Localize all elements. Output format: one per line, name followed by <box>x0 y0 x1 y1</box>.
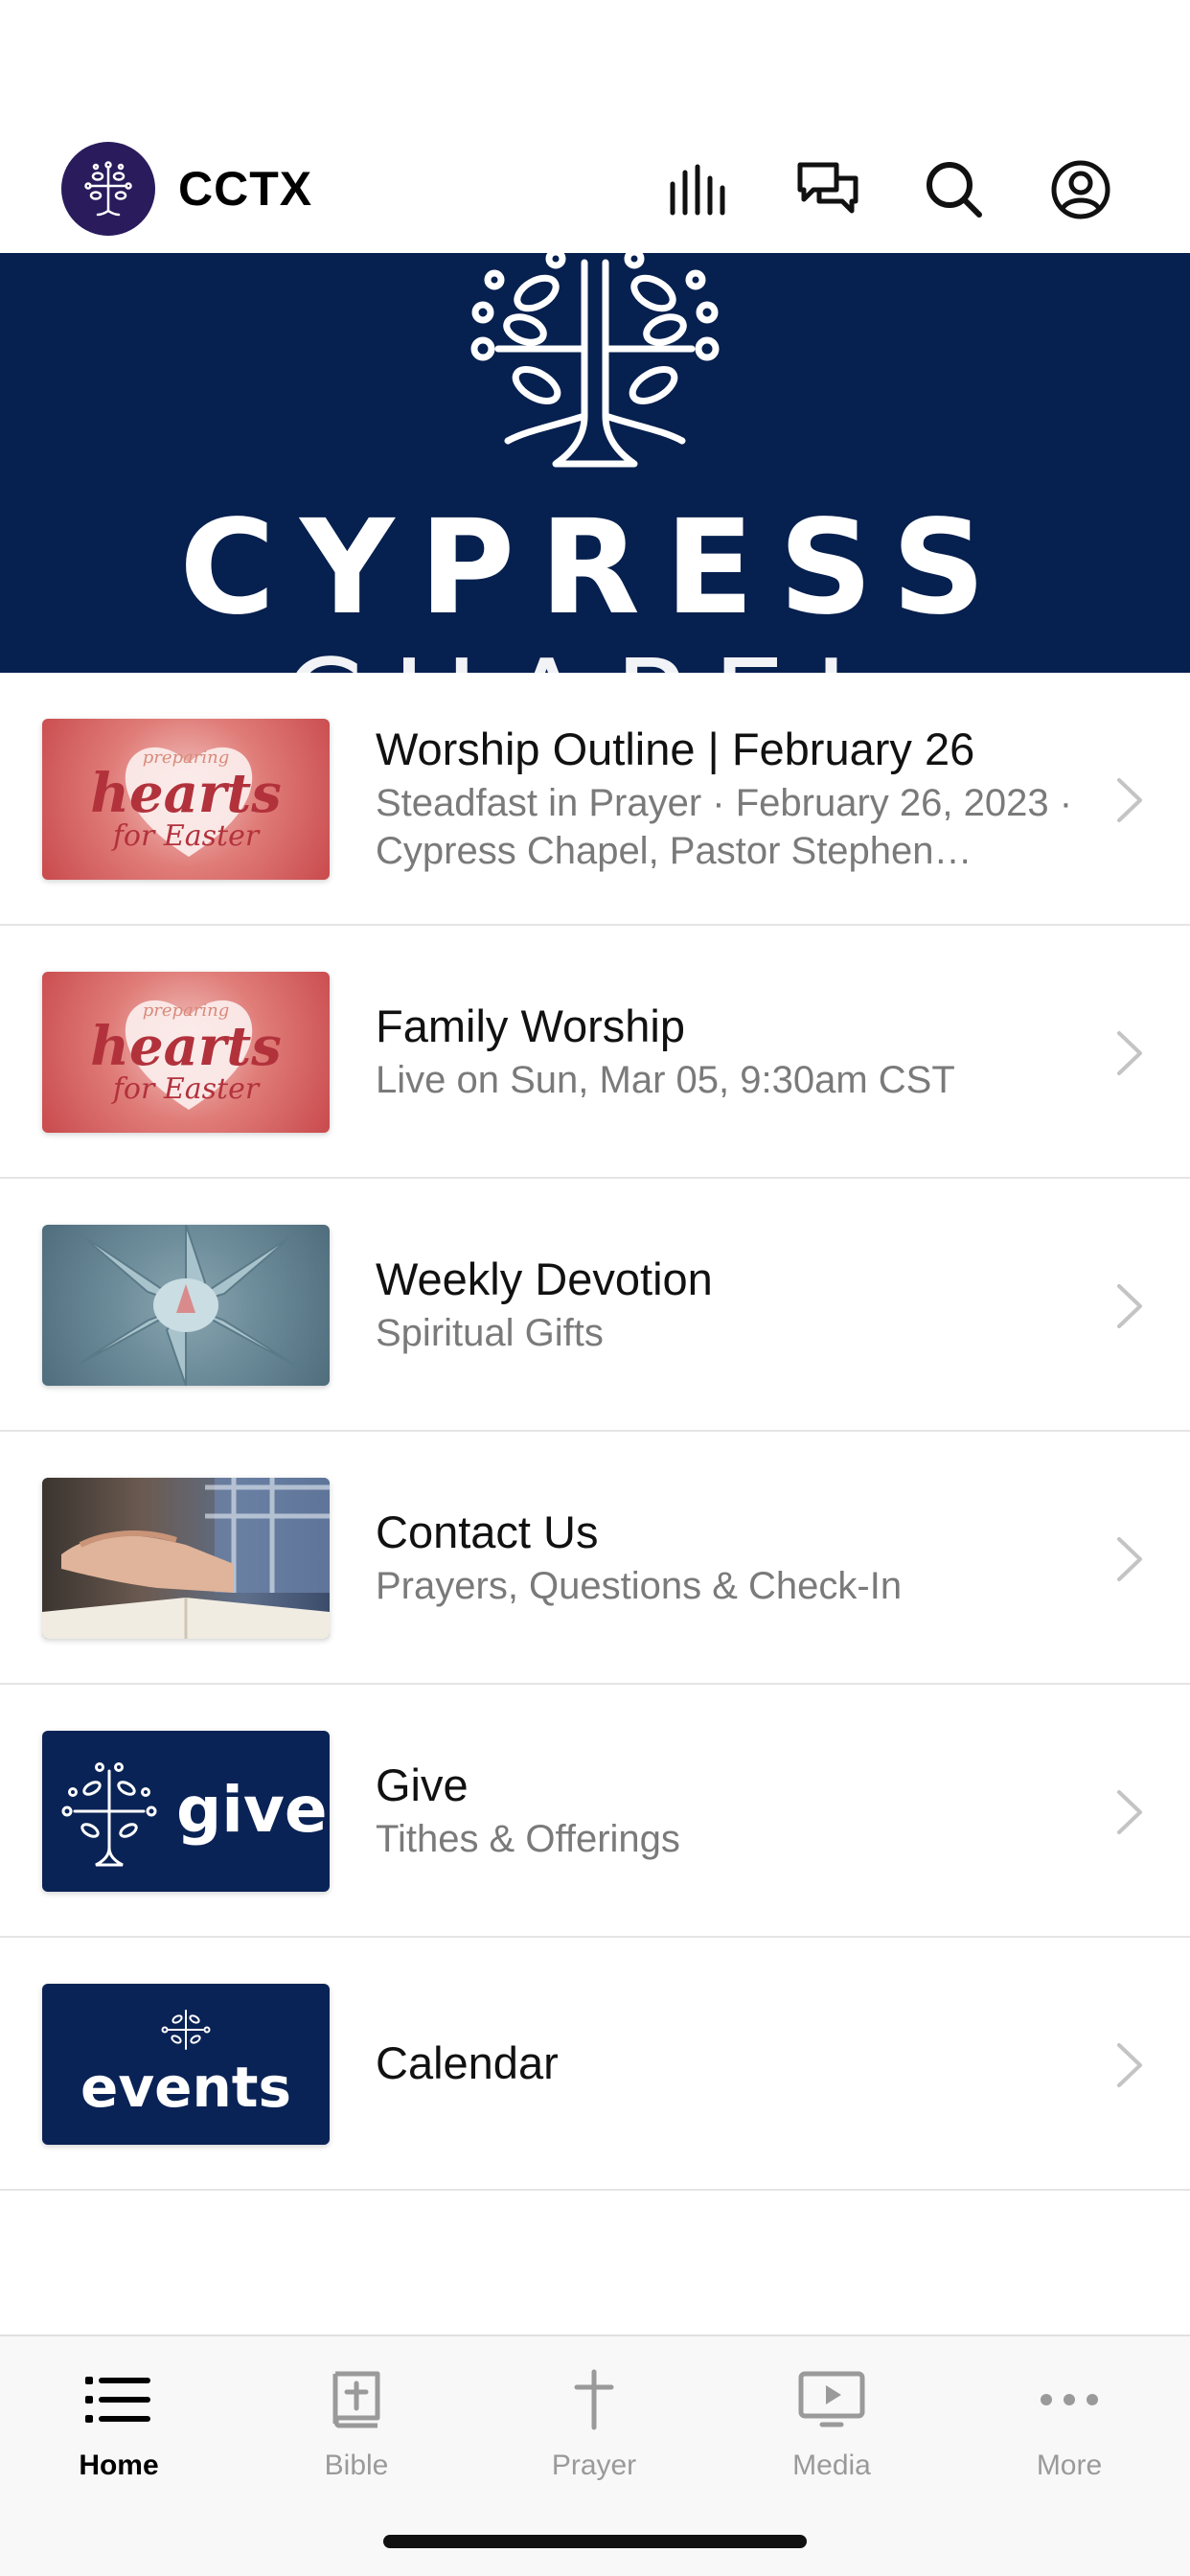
list-item-subtitle: Spiritual Gifts <box>376 1312 604 1354</box>
chevron-right-icon <box>1117 1790 1142 1834</box>
list-item-give[interactable]: give Give Tithes & Offerings <box>0 1685 1190 1938</box>
audio-levels-button[interactable] <box>665 153 738 226</box>
church-logo-avatar[interactable] <box>61 142 155 236</box>
tab-label: More <box>1036 2450 1103 2481</box>
thumb-text-bottom: for Easter <box>112 819 260 853</box>
media-play-icon <box>798 2371 865 2427</box>
list-item-calendar[interactable]: events Calendar <box>0 1938 1190 2191</box>
list-item-subtitle: Prayers, Questions & Check-In <box>376 1565 903 1607</box>
chat-button[interactable] <box>791 153 864 226</box>
audio-levels-icon <box>670 164 725 216</box>
tree-cross-icon <box>61 1762 157 1867</box>
hearts-for-easter-thumbnail: preparing hearts for Easter <box>42 719 330 880</box>
chevron-right-icon <box>1117 1031 1142 1075</box>
succulent-photo-thumbnail <box>42 1225 330 1386</box>
praying-hands-photo-thumbnail <box>42 1478 330 1639</box>
bible-icon <box>332 2371 380 2428</box>
chevron-right-icon <box>1117 1284 1142 1328</box>
list-item-title: Give <box>376 1760 469 1810</box>
give-logo-thumbnail: give <box>42 1731 330 1892</box>
tab-more[interactable]: More <box>950 2336 1188 2499</box>
list-item-title: Worship Outline | February 26 <box>376 724 975 774</box>
search-icon <box>927 162 982 218</box>
list-icon <box>85 2377 150 2423</box>
more-dots-icon <box>1041 2394 1098 2405</box>
tree-cross-logo-icon <box>470 253 720 468</box>
list-item-weekly-devotion[interactable]: Weekly Devotion Spiritual Gifts <box>0 1179 1190 1432</box>
chevron-right-icon <box>1117 778 1142 822</box>
tab-label: Bible <box>324 2450 389 2481</box>
list-item-title: Family Worship <box>376 1000 685 1051</box>
list-item-subtitle: Tithes & Offerings <box>376 1818 680 1860</box>
tree-cross-icon <box>84 161 132 217</box>
chevron-right-icon <box>1117 1537 1142 1581</box>
tab-label: Prayer <box>551 2450 637 2481</box>
list-item-subtitle: Live on Sun, Mar 05, 9:30am CST <box>376 1059 955 1101</box>
tab-label: Home <box>79 2450 159 2481</box>
home-indicator[interactable] <box>383 2535 807 2548</box>
tab-prayer[interactable]: Prayer <box>475 2336 713 2499</box>
app-title: CCTX <box>178 162 313 216</box>
tab-bible[interactable]: Bible <box>238 2336 475 2499</box>
banner-brand-text-line2: CHAPEL <box>0 636 1190 673</box>
events-logo-thumbnail: events <box>42 1984 330 2145</box>
praying-hands-image <box>42 1478 330 1639</box>
list-item-title: Weekly Devotion <box>376 1254 713 1304</box>
chat-bubbles-icon <box>797 162 858 214</box>
thumb-text-bottom: for Easter <box>112 1072 260 1106</box>
banner-brand-text: CYPRESS <box>179 493 1011 644</box>
list-item-title: Contact Us <box>376 1506 599 1557</box>
search-button[interactable] <box>918 153 991 226</box>
tab-label: Media <box>792 2450 871 2481</box>
list-item-title: Calendar <box>376 2037 559 2088</box>
chevron-right-icon <box>1117 2043 1142 2087</box>
user-circle-icon <box>1051 160 1110 219</box>
hero-banner: CYPRESS CHAPEL <box>0 253 1190 673</box>
thumb-text-main: hearts <box>90 1015 282 1078</box>
app-header: CCTX <box>0 0 1190 253</box>
list-item-subtitle: Steadfast in Prayer · February 26, 2023 … <box>376 782 1073 872</box>
profile-button[interactable] <box>1044 153 1117 226</box>
cross-icon <box>574 2369 614 2430</box>
list-item-worship-outline[interactable]: preparing hearts for Easter Worship Outl… <box>0 673 1190 926</box>
hearts-for-easter-thumbnail: preparing hearts for Easter <box>42 972 330 1133</box>
tree-cross-icon <box>161 2010 211 2050</box>
succulent-image <box>70 1225 302 1386</box>
list-item-family-worship[interactable]: preparing hearts for Easter Family Worsh… <box>0 926 1190 1179</box>
tab-media[interactable]: Media <box>713 2336 950 2499</box>
tab-home[interactable]: Home <box>0 2336 238 2499</box>
content-list: preparing hearts for Easter Worship Outl… <box>0 673 1190 2191</box>
thumb-text-main: events <box>80 2055 292 2120</box>
thumb-text-main: hearts <box>90 762 282 825</box>
thumb-text-main: give <box>176 1773 328 1847</box>
list-item-contact-us[interactable]: Contact Us Prayers, Questions & Check-In <box>0 1432 1190 1685</box>
